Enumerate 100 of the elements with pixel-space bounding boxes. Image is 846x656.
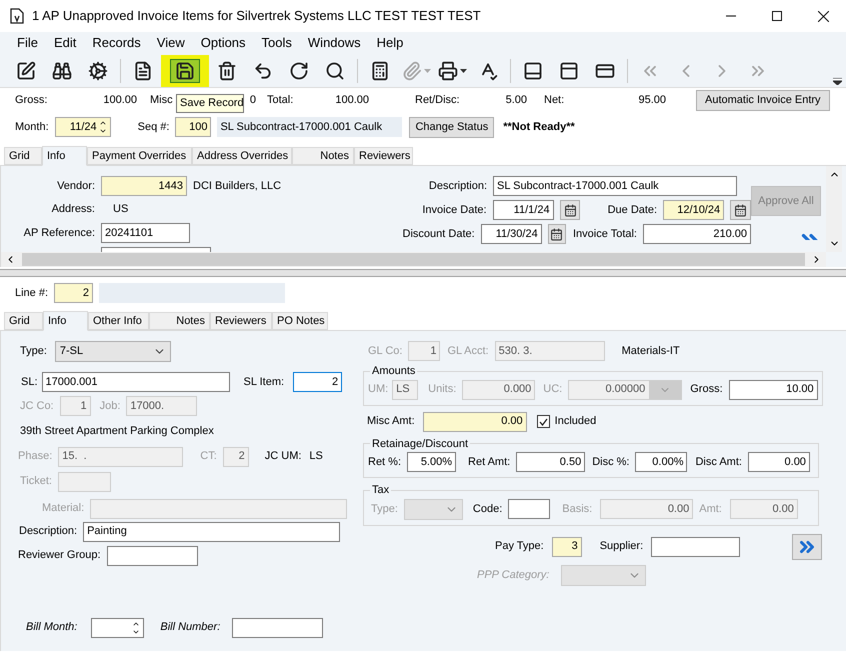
dropdown[interactable]: 7-SL	[54, 341, 171, 362]
field-label: Month:	[15, 120, 49, 135]
total-value: 100.00	[103, 92, 137, 108]
field-label: SL Item:	[244, 374, 284, 390]
input-field[interactable]	[232, 618, 324, 638]
input-field[interactable]: 0.000	[462, 380, 536, 400]
menu-item[interactable]: Records	[84, 33, 149, 53]
input-field[interactable]: 0.00	[600, 499, 694, 519]
input-field[interactable]: 20241101	[101, 223, 190, 244]
spin-down-icon	[98, 127, 107, 135]
caret-icon	[460, 68, 466, 72]
input-field[interactable]: 210.00	[643, 224, 751, 244]
input-field[interactable]: 0.50	[516, 452, 586, 472]
tab[interactable]: Reviewers	[210, 312, 272, 330]
tab[interactable]: Reviewers	[354, 147, 413, 165]
document-icon	[133, 60, 153, 80]
input-field[interactable]: SL Subcontract-17000.001 Caulk	[493, 176, 737, 196]
input-field[interactable]: 0.00000	[568, 380, 682, 400]
automatic-invoice-entry-button[interactable]: Automatic Invoice Entry	[696, 90, 830, 110]
tab[interactable]: Address Overrides	[192, 147, 292, 165]
panel-bottom-icon	[523, 60, 543, 80]
input-field[interactable]: 0.00	[748, 452, 810, 472]
input-field[interactable]: 2	[222, 446, 249, 466]
input-field[interactable]: 100	[175, 117, 212, 137]
input-field[interactable]: 11/30/24	[480, 224, 542, 244]
input-field[interactable]: 17000.	[126, 396, 198, 416]
vertical-scrollbar[interactable]	[826, 166, 842, 252]
input-field[interactable]: 11/1/24	[492, 200, 554, 220]
tab[interactable]: Grid	[4, 312, 43, 330]
tab[interactable]: Info	[43, 311, 88, 331]
input-field[interactable]	[106, 546, 198, 566]
input-field[interactable]: 1	[408, 341, 440, 361]
tab[interactable]: Notes	[149, 312, 210, 330]
calendar-icon	[734, 204, 748, 216]
binoculars-icon	[52, 60, 72, 80]
checkbox[interactable]	[536, 415, 550, 428]
input-field[interactable]: 0.00	[422, 412, 527, 432]
calendar-button[interactable]	[548, 224, 566, 244]
total-label: Ret/Disc:	[415, 92, 460, 108]
overflow-icon	[833, 78, 842, 85]
input-field[interactable]: 17000.001	[42, 372, 230, 392]
calendar-button[interactable]	[560, 200, 580, 220]
input-field[interactable]: 2	[293, 372, 342, 392]
input-field[interactable]	[91, 618, 144, 638]
menu-item[interactable]: Edit	[46, 33, 84, 53]
horizontal-scrollbar[interactable]	[1, 252, 826, 267]
menu-item[interactable]: File	[9, 33, 46, 53]
input-field[interactable]: Painting	[83, 522, 340, 542]
field-label: Due Date:	[608, 204, 658, 216]
forward-button[interactable]	[792, 534, 822, 560]
menu-item[interactable]: View	[148, 33, 193, 53]
tab[interactable]: Payment Overrides	[87, 147, 192, 165]
tab[interactable]: Grid	[4, 147, 42, 165]
menu-item[interactable]: Tools	[254, 33, 300, 53]
input-field[interactable]: 0.00%	[635, 452, 688, 472]
field-label: Reviewer Group:	[18, 548, 101, 564]
menu-item[interactable]: Options	[192, 33, 254, 53]
input-field[interactable]: 0.00	[730, 499, 798, 519]
scroll-thumb[interactable]	[22, 253, 805, 266]
menu-item[interactable]: Help	[368, 33, 412, 53]
input-field[interactable]: 1	[60, 396, 91, 416]
field-label: Discount Date:	[402, 228, 475, 240]
input-field[interactable]: 530. 3.	[494, 341, 605, 361]
field-label: Description:	[428, 180, 487, 192]
field-label: Description:	[19, 524, 78, 540]
field-label: Basis:	[562, 502, 592, 517]
input-field[interactable]: 5.00%	[407, 452, 456, 472]
job-name: 39th Street Apartment Parking Complex	[20, 424, 215, 439]
tab[interactable]: Notes	[292, 147, 354, 165]
field-label: UM:	[368, 382, 388, 398]
field-label: Supplier:	[600, 539, 644, 554]
calendar-button[interactable]	[730, 200, 752, 220]
field-label: Material:	[42, 501, 84, 516]
total-value: 95.00	[638, 92, 666, 108]
input-field[interactable]: 11/24	[54, 117, 111, 137]
menu-item[interactable]: Windows	[300, 33, 369, 53]
input-field[interactable]: 10.00	[728, 380, 818, 400]
input-field[interactable]	[508, 499, 550, 519]
change-status-button[interactable]: Change Status	[409, 116, 494, 138]
jc-um-value: LS	[309, 449, 323, 464]
field-label: Units:	[428, 382, 456, 398]
input-field[interactable]: 2	[54, 283, 94, 303]
group-title: Amounts	[371, 364, 416, 379]
tab[interactable]: Other Info	[88, 312, 149, 330]
input-field[interactable]: LS	[392, 380, 418, 400]
input-field[interactable]: 3	[552, 536, 582, 556]
tab[interactable]: PO Notes	[272, 312, 328, 330]
tab[interactable]: Info	[42, 146, 87, 166]
input-field[interactable]: 12/10/24	[663, 200, 724, 220]
field-label: Gross:	[690, 382, 723, 398]
save-button[interactable]	[161, 54, 209, 86]
input-field[interactable]	[90, 498, 348, 518]
field-label: Amt:	[699, 502, 722, 517]
input-field[interactable]: 15. .	[58, 446, 184, 466]
gear-icon	[88, 60, 108, 80]
total-label: Gross:	[15, 92, 48, 108]
input-field[interactable]: 1443	[101, 176, 187, 196]
address-text: US	[113, 202, 128, 218]
input-field[interactable]	[58, 472, 111, 492]
input-field[interactable]	[651, 536, 740, 556]
